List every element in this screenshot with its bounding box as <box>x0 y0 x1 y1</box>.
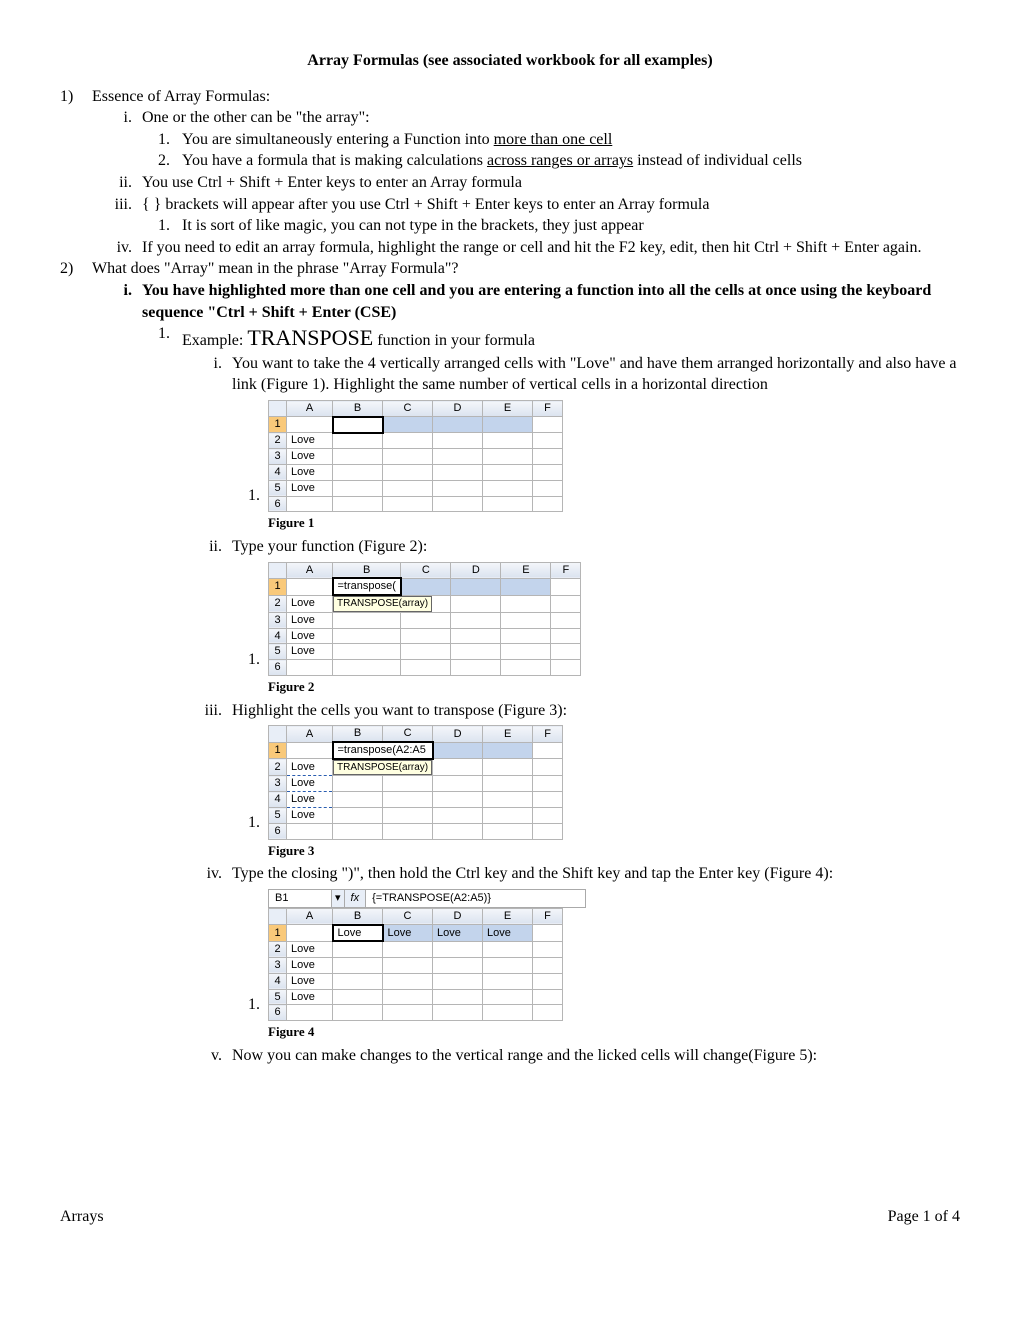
text: Now you can make changes to the vertical… <box>232 1047 817 1064</box>
text: You want to take the 4 vertically arrang… <box>232 355 957 394</box>
formula-bar: B1 ▾ fx {=TRANSPOSE(A2:A5)} <box>268 889 586 908</box>
marker: 1. <box>232 994 260 1016</box>
text: It is sort of like magic, you can not ty… <box>182 217 644 234</box>
sub-iii: iii. Highlight the cells you want to tra… <box>182 700 960 860</box>
text: { } brackets will appear after you use C… <box>142 196 709 213</box>
marker: i. <box>92 107 132 129</box>
marker: 1. <box>232 485 260 507</box>
marker: ii. <box>182 536 222 558</box>
tooltip: TRANSPOSE(array) <box>333 760 432 776</box>
sub-ii: ii. Type your function (Figure 2): 1. AB… <box>182 536 960 696</box>
spreadsheet-fig1: ABCDEF 1 2Love 3Love 4Love 5Love 6 <box>268 400 563 512</box>
text: You have highlighted more than one cell … <box>142 282 931 321</box>
item-1-iii-1: 1. It is sort of like magic, you can not… <box>142 215 960 237</box>
text: Type the closing ")", then hold the Ctrl… <box>232 865 833 882</box>
text: function in your formula <box>373 332 535 349</box>
transpose-word: TRANSPOSE <box>247 325 373 350</box>
text: What does "Array" mean in the phrase "Ar… <box>92 260 458 277</box>
figure-3: 1. ABCDEF 1=transpose(A2:A5 2LoveTRANSPO… <box>232 725 960 840</box>
marker: iii. <box>182 700 222 722</box>
text: You are simultaneously entering a Functi… <box>182 131 494 148</box>
marker: iv. <box>92 237 132 259</box>
figure-1-caption: Figure 1 <box>268 514 960 532</box>
spreadsheet-fig4: ABCDEF 1LoveLoveLoveLove 2Love 3Love 4Lo… <box>268 908 563 1021</box>
footer-left: Arrays <box>60 1206 104 1228</box>
item-2: 2) What does "Array" mean in the phrase … <box>60 258 960 1066</box>
name-box: B1 <box>269 890 332 907</box>
marker: iv. <box>182 863 222 885</box>
marker: 2) <box>60 258 73 280</box>
item-1-iii: iii. { } brackets will appear after you … <box>92 194 960 237</box>
spreadsheet-fig3: ABCDEF 1=transpose(A2:A5 2LoveTRANSPOSE(… <box>268 725 563 840</box>
fx-icon: fx <box>345 890 367 907</box>
figure-2-caption: Figure 2 <box>268 678 960 696</box>
figure-4-caption: Figure 4 <box>268 1023 960 1041</box>
marker: v. <box>182 1045 222 1067</box>
item-1-ii: ii. You use Ctrl + Shift + Enter keys to… <box>92 172 960 194</box>
marker: iii. <box>92 194 132 216</box>
item-2-i-1: 1. Example: TRANSPOSE function in your f… <box>142 323 960 1066</box>
marker: 1) <box>60 86 73 108</box>
underline: across ranges or arrays <box>487 152 633 169</box>
marker: 1. <box>142 129 170 151</box>
item-2-i: i. You have highlighted more than one ce… <box>92 280 960 1066</box>
formula-text: {=TRANSPOSE(A2:A5)} <box>366 890 585 907</box>
figure-3-caption: Figure 3 <box>268 842 960 860</box>
marker: 1. <box>232 649 260 671</box>
marker: 1. <box>142 215 170 237</box>
marker: i. <box>182 353 222 375</box>
underline: more than one cell <box>494 131 613 148</box>
marker: ii. <box>92 172 132 194</box>
marker: i. <box>92 280 132 302</box>
figure-1: 1. ABCDEF 1 2Love 3Love 4Love 5Love 6 <box>232 400 960 512</box>
text: You have a formula that is making calcul… <box>182 152 487 169</box>
text: Essence of Array Formulas: <box>92 88 270 105</box>
text: Type your function (Figure 2): <box>232 538 427 555</box>
dropdown-icon: ▾ <box>332 890 345 907</box>
item-1-iv: iv. If you need to edit an array formula… <box>92 237 960 259</box>
main-list: 1) Essence of Array Formulas: i. One or … <box>60 86 960 1067</box>
page-footer: Arrays Page 1 of 4 <box>60 1206 960 1228</box>
marker: 1. <box>142 323 170 345</box>
text: You use Ctrl + Shift + Enter keys to ent… <box>142 174 522 191</box>
item-1-i-2: 2. You have a formula that is making cal… <box>142 150 960 172</box>
sub-i: i. You want to take the 4 vertically arr… <box>182 353 960 532</box>
page-title: Array Formulas (see associated workbook … <box>60 50 960 72</box>
text: instead of individual cells <box>633 152 802 169</box>
item-1-i: i. One or the other can be "the array": … <box>92 107 960 172</box>
figure-2: 1. ABCDEF 1=transpose( 2LoveTRANSPOSE(ar… <box>232 562 960 677</box>
tooltip: TRANSPOSE(array) <box>333 596 432 612</box>
spreadsheet-fig2: ABCDEF 1=transpose( 2LoveTRANSPOSE(array… <box>268 562 581 677</box>
text: If you need to edit an array formula, hi… <box>142 239 921 256</box>
marker: 1. <box>232 812 260 834</box>
sub-iv: iv. Type the closing ")", then hold the … <box>182 863 960 1040</box>
text: Example: <box>182 332 247 349</box>
item-1-i-1: 1. You are simultaneously entering a Fun… <box>142 129 960 151</box>
text: One or the other can be "the array": <box>142 109 370 126</box>
figure-4: 1. B1 ▾ fx {=TRANSPOSE(A2:A5)} <box>232 889 960 1021</box>
marker: 2. <box>142 150 170 172</box>
text: Highlight the cells you want to transpos… <box>232 702 567 719</box>
item-1: 1) Essence of Array Formulas: i. One or … <box>60 86 960 259</box>
footer-right: Page 1 of 4 <box>888 1206 960 1228</box>
sub-v: v. Now you can make changes to the verti… <box>182 1045 960 1067</box>
